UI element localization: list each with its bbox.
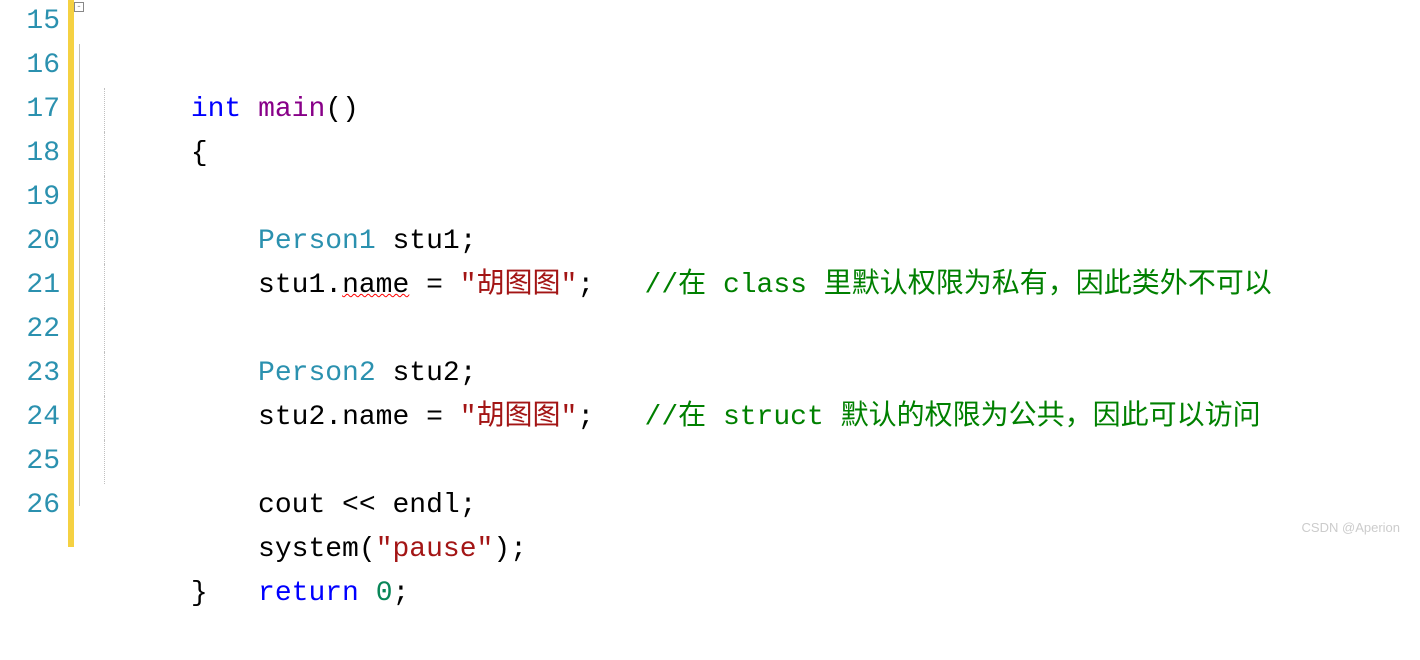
- paren-close: ): [493, 534, 510, 565]
- fold-guide: [79, 176, 80, 220]
- keyword-return: return: [258, 578, 359, 609]
- line-number: 19: [0, 176, 60, 220]
- indent-guide: [104, 132, 105, 176]
- string-pause: "pause": [376, 534, 494, 565]
- fold-guide: [79, 352, 80, 396]
- brace-close: }: [191, 578, 208, 609]
- system-call: system: [258, 534, 359, 565]
- semi: ;: [393, 578, 410, 609]
- fold-guide: [79, 484, 80, 506]
- line-number: 26: [0, 484, 60, 528]
- code-content[interactable]: - int main() { Person1 stu1; stu1.name =…: [74, 0, 1420, 547]
- watermark: CSDN @Aperion: [1302, 520, 1400, 535]
- indent-guide: [104, 176, 105, 220]
- number-zero: 0: [376, 578, 393, 609]
- code-line-23[interactable]: cout << endl;: [74, 352, 1420, 396]
- code-line-20[interactable]: Person2 stu2;: [74, 220, 1420, 264]
- fold-toggle-icon[interactable]: -: [74, 2, 84, 12]
- fold-guide: [79, 396, 80, 440]
- code-line-16[interactable]: {: [74, 44, 1420, 88]
- line-number: 24: [0, 396, 60, 440]
- code-line-24[interactable]: system("pause");: [74, 396, 1420, 440]
- line-number: 16: [0, 44, 60, 88]
- line-number: 15: [0, 0, 60, 44]
- code-line-17[interactable]: Person1 stu1;: [74, 88, 1420, 132]
- line-number: 22: [0, 308, 60, 352]
- fold-guide: [79, 220, 80, 264]
- fold-guide: [79, 264, 80, 308]
- fold-guide: [79, 308, 80, 352]
- fold-guide: [79, 44, 80, 88]
- fold-guide: [79, 440, 80, 484]
- code-line-26[interactable]: }: [74, 484, 1420, 528]
- fold-guide: [79, 132, 80, 176]
- indent-guide: [104, 88, 105, 132]
- code-line-19[interactable]: [74, 176, 1420, 220]
- paren-open: (: [359, 534, 376, 565]
- indent-guide: [104, 308, 105, 352]
- line-number: 25: [0, 440, 60, 484]
- line-number: 21: [0, 264, 60, 308]
- indent-guide: [104, 264, 105, 308]
- code-line-21[interactable]: stu2.name = "胡图图"; //在 struct 默认的权限为公共，因…: [74, 264, 1420, 308]
- indent-guide: [104, 220, 105, 264]
- indent-guide: [104, 396, 105, 440]
- fold-guide: [79, 88, 80, 132]
- line-number: 18: [0, 132, 60, 176]
- line-number: 17: [0, 88, 60, 132]
- code-line-15[interactable]: - int main(): [74, 0, 1420, 44]
- line-number: 20: [0, 220, 60, 264]
- code-line-25[interactable]: return 0;: [74, 440, 1420, 484]
- indent-guide: [104, 352, 105, 396]
- line-number-gutter: 15 16 17 18 19 20 21 22 23 24 25 26: [0, 0, 68, 547]
- code-line-18[interactable]: stu1.name = "胡图图"; //在 class 里默认权限为私有，因此…: [74, 132, 1420, 176]
- code-editor[interactable]: 15 16 17 18 19 20 21 22 23 24 25 26 - in…: [0, 0, 1420, 547]
- space: [359, 578, 376, 609]
- line-number: 23: [0, 352, 60, 396]
- semi: ;: [510, 534, 527, 565]
- code-line-22[interactable]: [74, 308, 1420, 352]
- indent-guide: [104, 440, 105, 484]
